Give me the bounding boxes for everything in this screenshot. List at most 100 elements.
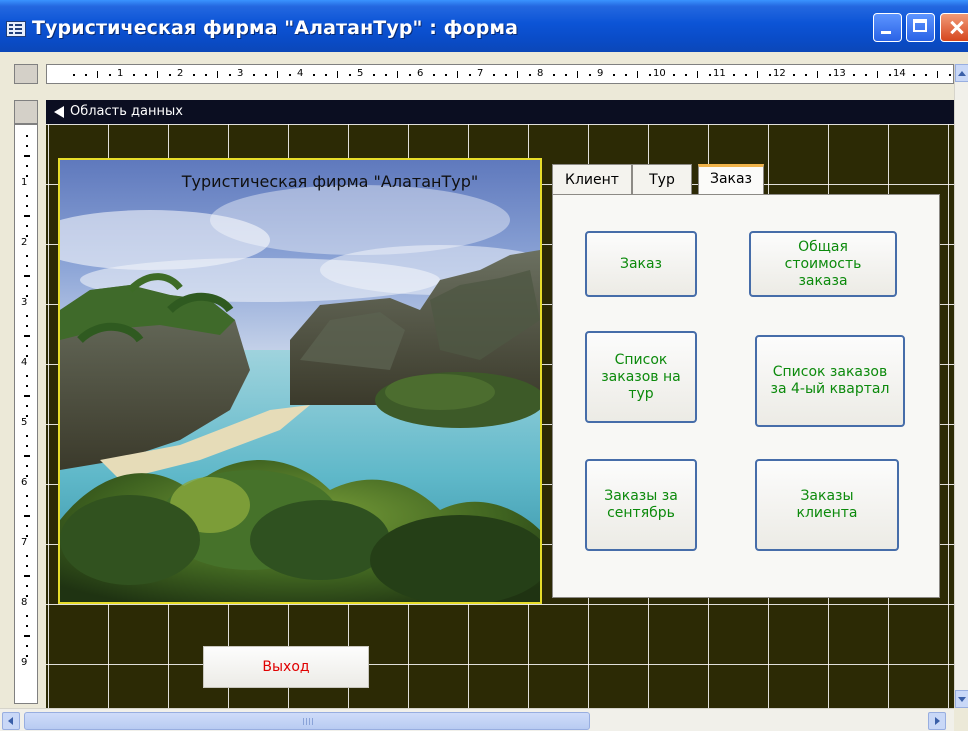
ruler-dot [26, 165, 28, 167]
ruler-number: 4 [21, 357, 28, 368]
ruler-dot [26, 375, 28, 377]
detail-section-header[interactable]: Область данных [46, 100, 968, 124]
ruler-dot [433, 74, 435, 76]
tab-client[interactable]: Клиент [552, 164, 632, 194]
landscape-image[interactable]: Туристическая фирма "АлатанТур" [58, 158, 542, 604]
ruler-number: 3 [237, 68, 244, 79]
tab-page-order: Заказ Общая стоимость заказа Список зака… [552, 194, 940, 598]
ruler-dot [26, 445, 28, 447]
scroll-right-arrow-icon[interactable] [928, 712, 946, 730]
scroll-left-arrow-icon[interactable] [2, 712, 20, 730]
ruler-tick [24, 575, 30, 577]
ruler-tick [817, 71, 818, 78]
ruler-dot [85, 74, 87, 76]
ruler-number: 6 [21, 477, 28, 488]
client-orders-button[interactable]: Заказы клиента [755, 459, 899, 551]
ruler-dot [26, 205, 28, 207]
ruler-number: 12 [773, 68, 786, 79]
title-bar[interactable]: Туристическая фирма "АлатанТур" : форма [0, 0, 968, 52]
ruler-number: 5 [21, 417, 28, 428]
ruler-number: 9 [21, 657, 28, 668]
ruler-dot [253, 74, 255, 76]
ruler-dot [529, 74, 531, 76]
ruler-tick [24, 335, 30, 337]
close-button[interactable] [940, 13, 968, 42]
ruler-dot [325, 74, 327, 76]
ruler-tick [24, 515, 30, 517]
ruler-number: 14 [893, 68, 906, 79]
horizontal-scroll-thumb[interactable] [24, 712, 590, 730]
section-selector[interactable] [14, 100, 38, 124]
ruler-dot [793, 74, 795, 76]
ruler-number: 13 [833, 68, 846, 79]
horizontal-scrollbar[interactable] [0, 708, 954, 731]
ruler-dot [26, 385, 28, 387]
ruler-dot [925, 74, 927, 76]
ruler-dot [205, 74, 207, 76]
ruler-dot [26, 145, 28, 147]
ruler-dot [26, 325, 28, 327]
ruler-dot [613, 74, 615, 76]
ruler-dot [133, 74, 135, 76]
scroll-up-arrow-icon[interactable] [955, 64, 968, 82]
ruler-tick [24, 275, 30, 277]
ruler-dot [26, 265, 28, 267]
ruler-dot [553, 74, 555, 76]
maximize-button[interactable] [906, 13, 935, 42]
ruler-dot [26, 225, 28, 227]
ruler-dot [649, 74, 651, 76]
ruler-dot [26, 255, 28, 257]
ruler-dot [409, 74, 411, 76]
ruler-tick [337, 71, 338, 78]
scroll-down-arrow-icon[interactable] [955, 690, 968, 708]
vertical-ruler[interactable]: 1 2 3 4 5 6 7 8 9 [14, 124, 38, 704]
tab-order[interactable]: Заказ [698, 164, 764, 196]
ruler-dot [949, 74, 951, 76]
ruler-dot [685, 74, 687, 76]
total-cost-button[interactable]: Общая стоимость заказа [749, 231, 897, 297]
ruler-dot [265, 74, 267, 76]
ruler-dot [109, 74, 111, 76]
ruler-dot [26, 495, 28, 497]
ruler-dot [26, 625, 28, 627]
ruler-dot [289, 74, 291, 76]
orders-for-tour-button[interactable]: Список заказов на тур [585, 331, 697, 423]
ruler-dot [385, 74, 387, 76]
photo-caption: Туристическая фирма "АлатанТур" [181, 172, 479, 191]
ruler-dot [193, 74, 195, 76]
orders-september-button[interactable]: Заказы за сентябрь [585, 459, 697, 551]
ruler-number: 6 [417, 68, 424, 79]
ruler-dot [805, 74, 807, 76]
ruler-dot [313, 74, 315, 76]
minimize-button[interactable] [873, 13, 902, 42]
order-button[interactable]: Заказ [585, 231, 697, 297]
ruler-tick [937, 71, 938, 78]
ruler-tick [637, 71, 638, 78]
ruler-dot [733, 74, 735, 76]
ruler-dot [26, 345, 28, 347]
ruler-dot [469, 74, 471, 76]
section-label: Область данных [70, 104, 183, 119]
exit-button[interactable]: Выход [203, 646, 369, 688]
horizontal-ruler[interactable]: 12345678910111213141 [46, 64, 954, 84]
ruler-corner-selector[interactable] [14, 64, 38, 84]
ruler-dot [349, 74, 351, 76]
tropical-island-picture [60, 160, 540, 602]
ruler-dot [493, 74, 495, 76]
vertical-scrollbar[interactable] [954, 64, 968, 708]
ruler-dot [26, 555, 28, 557]
orders-q4-button[interactable]: Список заказов за 4-ый квартал [755, 335, 905, 427]
ruler-number: 7 [477, 68, 484, 79]
tab-tour[interactable]: Тур [632, 164, 692, 194]
scroll-grip-icon [303, 718, 313, 725]
ruler-tick [217, 71, 218, 78]
ruler-tick [24, 215, 30, 217]
ruler-tick [24, 635, 30, 637]
form-icon[interactable] [6, 21, 26, 37]
ruler-tick [577, 71, 578, 78]
ruler-dot [26, 435, 28, 437]
section-arrow-icon [54, 106, 64, 118]
ruler-dot [26, 585, 28, 587]
ruler-tick [24, 455, 30, 457]
ruler-dot [913, 74, 915, 76]
